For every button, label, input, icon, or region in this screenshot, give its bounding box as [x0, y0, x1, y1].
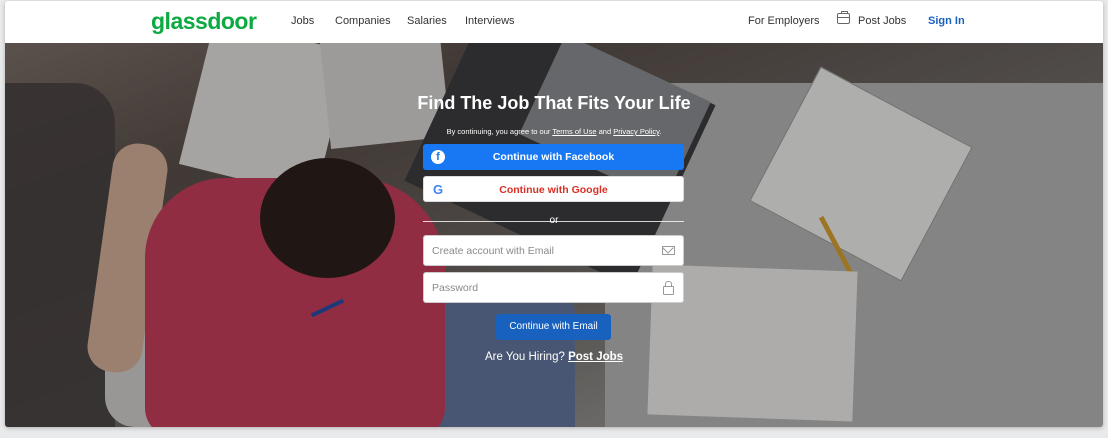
nav-jobs[interactable]: Jobs [291, 15, 314, 27]
top-navigation: glassdoor Jobs Companies Salaries Interv… [5, 1, 1103, 44]
nav-for-employers[interactable]: For Employers [748, 15, 820, 27]
nav-post-jobs[interactable]: Post Jobs [858, 15, 906, 27]
nav-companies[interactable]: Companies [335, 15, 391, 27]
hiring-post-jobs-link[interactable]: Post Jobs [568, 351, 623, 363]
email-input[interactable] [424, 236, 652, 265]
hero-headline: Find The Job That Fits Your Life [417, 93, 691, 113]
or-label: or [549, 215, 559, 226]
nav-salaries[interactable]: Salaries [407, 15, 447, 27]
terms-suffix: . [659, 127, 662, 136]
terms-of-use-link[interactable]: Terms of Use [552, 127, 596, 136]
password-field-wrapper [423, 272, 684, 303]
facebook-icon: f [431, 150, 445, 164]
briefcase-icon[interactable] [837, 11, 850, 24]
hiring-prefix: Are You Hiring? [484, 351, 569, 363]
google-icon: G [433, 182, 444, 197]
envelope-icon [662, 246, 675, 255]
nav-interviews[interactable]: Interviews [465, 15, 515, 27]
terms-and: and [596, 127, 614, 136]
email-field-wrapper [423, 235, 684, 266]
browser-frame: glassdoor Jobs Companies Salaries Interv… [5, 1, 1103, 427]
terms-notice: By continuing, you agree to our Terms of… [5, 127, 1103, 136]
terms-prefix: By continuing, you agree to our [446, 127, 553, 136]
facebook-button-label: Continue with Facebook [492, 151, 615, 163]
hero-section: Find The Job That Fits Your Life By cont… [5, 43, 1103, 427]
google-button-label: Continue with Google [499, 184, 608, 196]
lock-icon [663, 281, 674, 295]
continue-with-facebook-button[interactable]: f Continue with Facebook [423, 144, 684, 170]
continue-with-email-button[interactable]: Continue with Email [496, 314, 611, 340]
glassdoor-logo[interactable]: glassdoor [151, 8, 257, 35]
password-input[interactable] [424, 273, 652, 302]
hiring-prompt: Are You Hiring? Post Jobs [5, 351, 1103, 363]
continue-with-google-button[interactable]: G Continue with Google [423, 176, 684, 202]
sign-in-link[interactable]: Sign In [928, 15, 965, 27]
privacy-policy-link[interactable]: Privacy Policy [613, 127, 659, 136]
